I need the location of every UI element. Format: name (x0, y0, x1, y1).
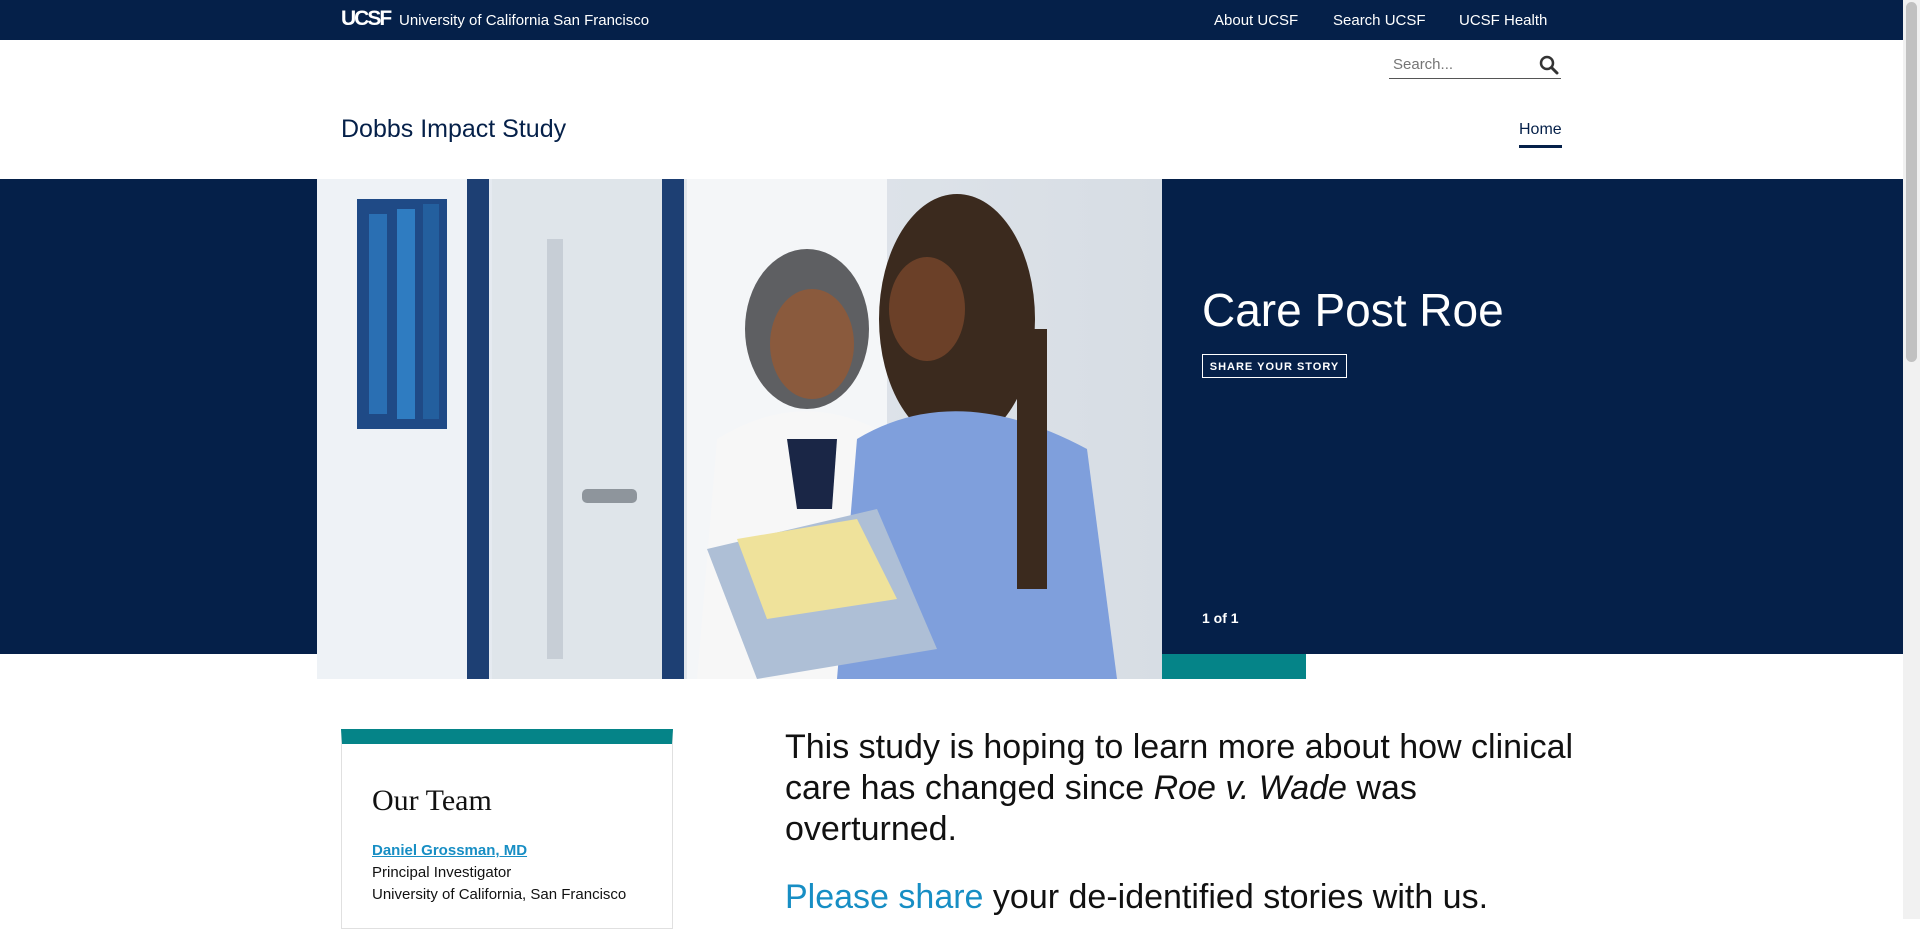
search-icon[interactable] (1539, 55, 1559, 75)
our-team-card: Our Team Daniel Grossman, MD Principal I… (341, 729, 673, 929)
search-box (1389, 52, 1561, 79)
site-title[interactable]: Dobbs Impact Study (341, 115, 566, 144)
nav-home[interactable]: Home (1519, 121, 1562, 148)
ucsf-logo[interactable]: UCSF (341, 7, 392, 31)
please-share-link[interactable]: Please share (785, 878, 983, 916)
hospital-photo-illustration (317, 179, 1162, 679)
slide-counter: 1 of 1 (1202, 610, 1239, 626)
university-name[interactable]: University of California San Francisco (399, 12, 649, 29)
search-input[interactable] (1393, 54, 1533, 74)
hero-title: Care Post Roe (1202, 284, 1504, 336)
share-prompt-rest: your de-identified stories with us. (983, 878, 1489, 916)
share-prompt: Please share your de-identified stories … (785, 878, 1488, 917)
about-ucsf-link[interactable]: About UCSF (1214, 12, 1298, 29)
global-header: UCSF University of California San Franci… (0, 0, 1903, 40)
team-member-role: Principal Investigator (372, 864, 512, 881)
ucsf-health-link[interactable]: UCSF Health (1459, 12, 1547, 29)
scrollbar-thumb[interactable] (1906, 2, 1917, 362)
teal-accent-bar (1162, 654, 1306, 679)
team-member-org: University of California, San Francisco (372, 886, 627, 903)
hero-photo (317, 179, 1162, 679)
page-scrollbar[interactable] (1903, 0, 1920, 919)
our-team-heading: Our Team (372, 784, 492, 817)
share-your-story-button[interactable]: SHARE YOUR STORY (1202, 354, 1347, 378)
intro-text: This study is hoping to learn more about… (785, 727, 1585, 850)
intro-italic-case: Roe v. Wade (1153, 769, 1347, 807)
team-member-link[interactable]: Daniel Grossman, MD (372, 842, 527, 859)
search-ucsf-link[interactable]: Search UCSF (1333, 12, 1426, 29)
